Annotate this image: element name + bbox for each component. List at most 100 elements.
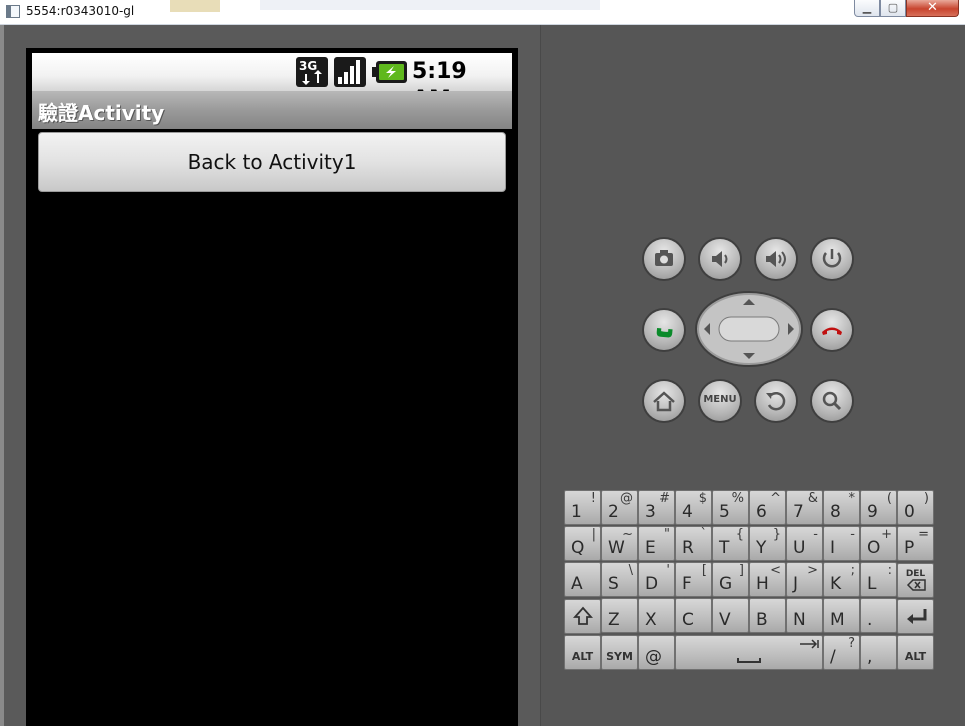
key-n[interactable]: N <box>786 598 823 633</box>
home-button[interactable] <box>644 381 684 421</box>
key-shift-label: > <box>807 563 818 578</box>
key-z[interactable]: Z <box>601 598 638 633</box>
dpad[interactable] <box>695 291 803 367</box>
space-key[interactable] <box>675 635 823 670</box>
key-v[interactable]: V <box>712 598 749 633</box>
comma-key[interactable]: , <box>860 635 897 670</box>
key-shift-label: + <box>881 527 892 542</box>
key-l[interactable]: L: <box>860 562 897 597</box>
close-button[interactable]: ✕ <box>906 0 959 17</box>
key-shift-label: ~ <box>622 527 633 542</box>
back-to-activity1-button[interactable]: Back to Activity1 <box>38 132 506 192</box>
key-k[interactable]: K; <box>823 562 860 597</box>
key-h[interactable]: H < <box>749 562 786 597</box>
key-main-label: D <box>645 574 659 594</box>
key-8[interactable]: 8 * <box>823 490 860 525</box>
home-icon <box>653 391 675 412</box>
key-main-label: V <box>719 610 731 630</box>
shift-key[interactable] <box>564 599 601 634</box>
power-button[interactable] <box>812 239 852 279</box>
key-q[interactable]: Q | <box>564 526 601 561</box>
key-s[interactable]: S \ <box>601 562 638 597</box>
enter-key[interactable] <box>897 599 934 634</box>
key-shift-label: { <box>735 527 744 542</box>
key-6[interactable]: 6 ^ <box>749 490 786 525</box>
key-d[interactable]: D ' <box>638 562 675 597</box>
key-r[interactable]: R ` <box>675 526 712 561</box>
key-0[interactable]: 0) <box>897 490 934 525</box>
at-label: @ <box>645 647 662 667</box>
emulator-keyboard: ALT SYM @ /? , ALT DEL 1! 2 @3 #4 $5% 6 ^ 7 & 8 * 9… <box>564 490 936 672</box>
camera-button[interactable] <box>644 239 684 279</box>
key-main-label: 8 <box>830 502 841 522</box>
key-x[interactable]: X <box>638 598 675 633</box>
key-7[interactable]: 7 & <box>786 490 823 525</box>
background-window-fragment <box>260 0 600 10</box>
at-key[interactable]: @ <box>638 635 675 670</box>
slash-key[interactable]: /? <box>823 635 860 670</box>
dpad-center-button[interactable] <box>718 316 780 342</box>
volume-up-icon <box>766 251 786 267</box>
alt-right-key[interactable]: ALT <box>897 635 934 670</box>
call-button[interactable] <box>644 310 684 350</box>
maximize-button[interactable]: ▢ <box>880 0 906 17</box>
key-shift-label: ( <box>886 491 892 506</box>
menu-button[interactable]: MENU <box>700 381 740 421</box>
key-shift-label: @ <box>620 491 633 506</box>
key-a[interactable]: A <box>564 562 601 597</box>
key-main-label: 0 <box>904 502 915 522</box>
key-o[interactable]: O + <box>860 526 897 561</box>
key-shift-label: = <box>918 527 929 542</box>
key-g[interactable]: G] <box>712 562 749 597</box>
key-b[interactable]: B <box>749 598 786 633</box>
key-j[interactable]: J > <box>786 562 823 597</box>
key-w[interactable]: W ~ <box>601 526 638 561</box>
key-main-label: E <box>645 538 656 558</box>
key-2[interactable]: 2 @ <box>601 490 638 525</box>
key-y[interactable]: Y} <box>749 526 786 561</box>
key-9[interactable]: 9( <box>860 490 897 525</box>
camera-icon <box>655 250 673 266</box>
key-p[interactable]: P = <box>897 526 934 561</box>
menu-label: MENU <box>703 394 737 405</box>
delete-key[interactable]: DEL <box>897 563 934 598</box>
del-label: DEL <box>905 569 926 579</box>
key-u[interactable]: U- <box>786 526 823 561</box>
volume-up-button[interactable] <box>756 239 796 279</box>
key-shift-label: ' <box>666 563 670 578</box>
key-shift-label: ] <box>738 563 744 578</box>
search-button[interactable] <box>812 381 852 421</box>
activity-title: 驗證Activity <box>38 101 165 125</box>
key-m[interactable]: M <box>823 598 860 633</box>
key-main-label: H <box>756 574 769 594</box>
key-f[interactable]: F[ <box>675 562 712 597</box>
3g-data-icon: 3G <box>296 57 328 87</box>
end-call-icon <box>822 327 842 335</box>
key-main-label: K <box>830 574 842 594</box>
key-main-label: 1 <box>571 502 582 522</box>
key-1[interactable]: 1! <box>564 490 601 525</box>
sym-key[interactable]: SYM <box>601 635 638 670</box>
key-3[interactable]: 3 # <box>638 490 675 525</box>
search-icon <box>822 391 842 411</box>
key-t[interactable]: T{ <box>712 526 749 561</box>
key-4[interactable]: 4 $ <box>675 490 712 525</box>
volume-down-button[interactable] <box>700 239 740 279</box>
back-button[interactable] <box>756 381 796 421</box>
key-main-label: U <box>793 538 806 558</box>
window-title: 5554:r0343010-gl <box>26 4 135 18</box>
end-call-button[interactable] <box>812 310 852 350</box>
key-main-label: 5 <box>719 502 730 522</box>
key-shift-label: ; <box>850 563 855 578</box>
key-i[interactable]: I- <box>823 526 860 561</box>
window-titlebar: 5554:r0343010-gl ▁ ▢ ✕ <box>0 0 965 25</box>
emulator-app-icon <box>6 5 20 18</box>
key-main-label: 2 <box>608 502 619 522</box>
alt-left-key[interactable]: ALT <box>564 635 601 670</box>
key-5[interactable]: 5% <box>712 490 749 525</box>
key-e[interactable]: E " <box>638 526 675 561</box>
key-period[interactable]: . <box>860 598 897 633</box>
minimize-button[interactable]: ▁ <box>854 0 880 17</box>
key-main-label: 7 <box>793 502 804 522</box>
key-c[interactable]: C <box>675 598 712 633</box>
